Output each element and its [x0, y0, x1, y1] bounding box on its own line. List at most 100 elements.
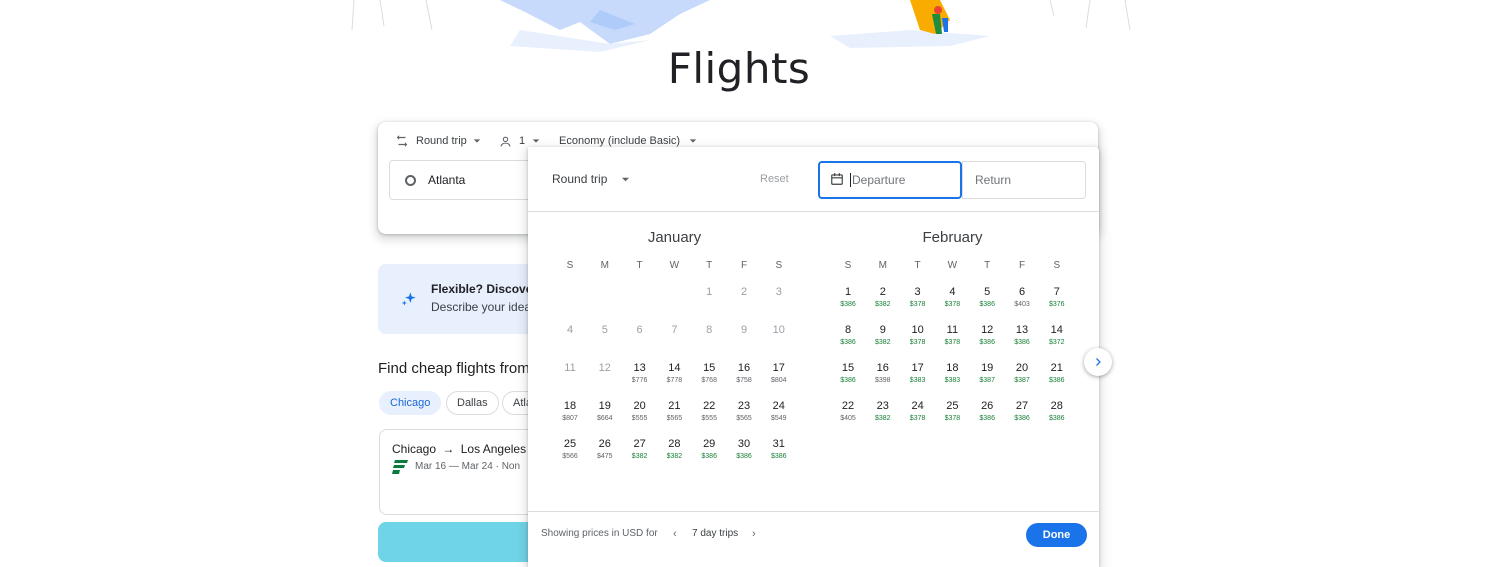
day-number: 14 — [668, 362, 681, 374]
day-number: 24 — [911, 400, 924, 412]
picker-trip-type-selector[interactable]: Round trip — [552, 172, 630, 186]
day-price: $398 — [875, 377, 891, 384]
city-chip-dallas[interactable]: Dallas — [446, 391, 499, 415]
calendar-day[interactable]: 10 $378 — [901, 324, 935, 347]
calendar-day[interactable]: 27 $382 — [623, 438, 657, 461]
calendar-day[interactable]: 11 $378 — [935, 324, 969, 347]
day-number: 16 — [737, 362, 751, 374]
calendar-day[interactable]: 22 $405 — [831, 400, 865, 423]
calendar-day: 2 — [727, 286, 761, 299]
calendar-day[interactable]: 18 $383 — [935, 362, 969, 385]
city-chip-chicago[interactable]: Chicago — [379, 391, 442, 415]
calendar-day: 5 — [588, 324, 622, 337]
day-price: $386 — [1014, 339, 1030, 346]
day-price: $565 — [736, 415, 752, 422]
calendar-day[interactable]: 4 $378 — [935, 286, 969, 309]
calendar-day[interactable]: 23 $565 — [727, 400, 761, 423]
calendar-day[interactable]: 14 $778 — [657, 362, 691, 385]
calendar-day[interactable]: 5 $386 — [970, 286, 1004, 309]
route-dates: Mar 16 — Mar 24 · Non — [415, 461, 521, 472]
calendar-day[interactable]: 15 $386 — [831, 362, 865, 385]
calendar-day[interactable]: 28 $386 — [1040, 400, 1074, 423]
day-number: 1 — [844, 286, 852, 298]
trip-type-label: Round trip — [416, 135, 467, 147]
calendar-day[interactable]: 18 $807 — [553, 400, 587, 423]
calendar-day[interactable]: 2 $382 — [866, 286, 900, 309]
weekday-label: T — [636, 260, 643, 271]
day-number: 23 — [737, 400, 751, 412]
reset-button[interactable]: Reset — [760, 173, 789, 185]
calendar-day[interactable]: 24 $549 — [762, 400, 796, 423]
calendar-day[interactable]: 17 $804 — [762, 362, 796, 385]
month-title: January — [647, 229, 702, 246]
day-price: $378 — [909, 339, 926, 346]
calendar-day[interactable]: 30 $386 — [727, 438, 761, 461]
calendar-day[interactable]: 8 $386 — [831, 324, 865, 347]
day-number: 9 — [879, 324, 886, 336]
footer-prices-text: Showing prices in USD for — [541, 528, 658, 539]
calendar-day[interactable]: 1 $386 — [831, 286, 865, 309]
calendar-day[interactable]: 19 $387 — [970, 362, 1004, 385]
calendar-day[interactable]: 3 $378 — [901, 286, 935, 309]
day-number: 27 — [1015, 400, 1029, 412]
day-price: $372 — [1049, 339, 1065, 346]
route-title: Chicago → Los Angeles — [392, 442, 526, 456]
next-trip-length-button[interactable]: › — [752, 528, 756, 540]
calendar-day[interactable]: 31 $386 — [762, 438, 796, 461]
calendar-day[interactable]: 29 $386 — [692, 438, 726, 461]
cheap-flights-title: Find cheap flights from — [378, 360, 530, 377]
day-number: 7 — [671, 324, 678, 336]
day-number: 13 — [633, 362, 646, 374]
calendar-day[interactable]: 25 $378 — [935, 400, 969, 423]
day-price: $664 — [597, 415, 613, 422]
weekday-label: F — [740, 260, 748, 271]
calendar-day[interactable]: 13 $386 — [1005, 324, 1039, 347]
calendar-day[interactable]: 26 $386 — [970, 400, 1004, 423]
day-number: 21 — [668, 400, 681, 412]
calendar-day[interactable]: 23 $382 — [866, 400, 900, 423]
day-number: 17 — [772, 362, 785, 374]
day-number: 3 — [775, 286, 782, 298]
calendar-day[interactable]: 22 $555 — [692, 400, 726, 423]
sparkle-icon — [401, 292, 416, 306]
calendar-day[interactable]: 20 $555 — [623, 400, 657, 423]
calendar-day[interactable]: 21 $565 — [657, 400, 691, 423]
calendar-day[interactable]: 9 $382 — [866, 324, 900, 347]
calendar-day[interactable]: 17 $383 — [901, 362, 935, 385]
return-placeholder: Return — [975, 173, 1012, 187]
calendar-day[interactable]: 16 $758 — [727, 362, 761, 385]
calendar-day[interactable]: 26 $475 — [588, 438, 622, 461]
day-number: 8 — [844, 324, 852, 336]
calendar-day[interactable]: 27 $386 — [1005, 400, 1039, 423]
calendar-day[interactable]: 7 $376 — [1040, 286, 1074, 309]
weekday-label: W — [947, 260, 958, 271]
calendar-day[interactable]: 14 $372 — [1040, 324, 1074, 347]
prev-trip-length-button[interactable]: ‹ — [673, 528, 677, 540]
day-number: 7 — [1053, 286, 1060, 298]
next-month-button[interactable] — [1084, 348, 1112, 376]
trip-type-selector[interactable]: Round trip — [395, 132, 481, 150]
month-january: January S M T W T F S 1 2 3 4 5 6 7 8 9 10 11 12 13 $776 14 $7… — [552, 229, 797, 460]
calendar-day[interactable]: 6 $403 — [1005, 286, 1039, 309]
calendar-day[interactable]: 16 $398 — [866, 362, 900, 385]
chevron-left-icon: ‹ — [673, 528, 677, 540]
origin-input[interactable]: Atlanta — [389, 160, 551, 200]
calendar-day[interactable]: 13 $776 — [623, 362, 657, 385]
calendar-day[interactable]: 19 $664 — [588, 400, 622, 423]
done-button[interactable]: Done — [1026, 523, 1087, 547]
cabin-class-label: Economy (include Basic) — [559, 135, 681, 147]
calendar-day[interactable]: 28 $382 — [657, 438, 691, 461]
calendar-day[interactable]: 20 $387 — [1005, 362, 1039, 385]
calendar-day[interactable]: 12 $386 — [970, 324, 1004, 347]
weekday-label: M — [600, 260, 609, 271]
calendar-day[interactable]: 15 $768 — [692, 362, 726, 385]
destination-card[interactable] — [378, 522, 538, 562]
day-number: 2 — [740, 286, 748, 298]
day-price: $386 — [1049, 377, 1065, 384]
calendar-day[interactable]: 24 $378 — [901, 400, 935, 423]
passengers-count: 1 — [519, 135, 526, 147]
calendar-day[interactable]: 21 $386 — [1040, 362, 1074, 385]
calendar-day[interactable]: 25 $566 — [553, 438, 587, 461]
day-number: 5 — [984, 286, 991, 298]
day-price: $778 — [666, 377, 683, 384]
